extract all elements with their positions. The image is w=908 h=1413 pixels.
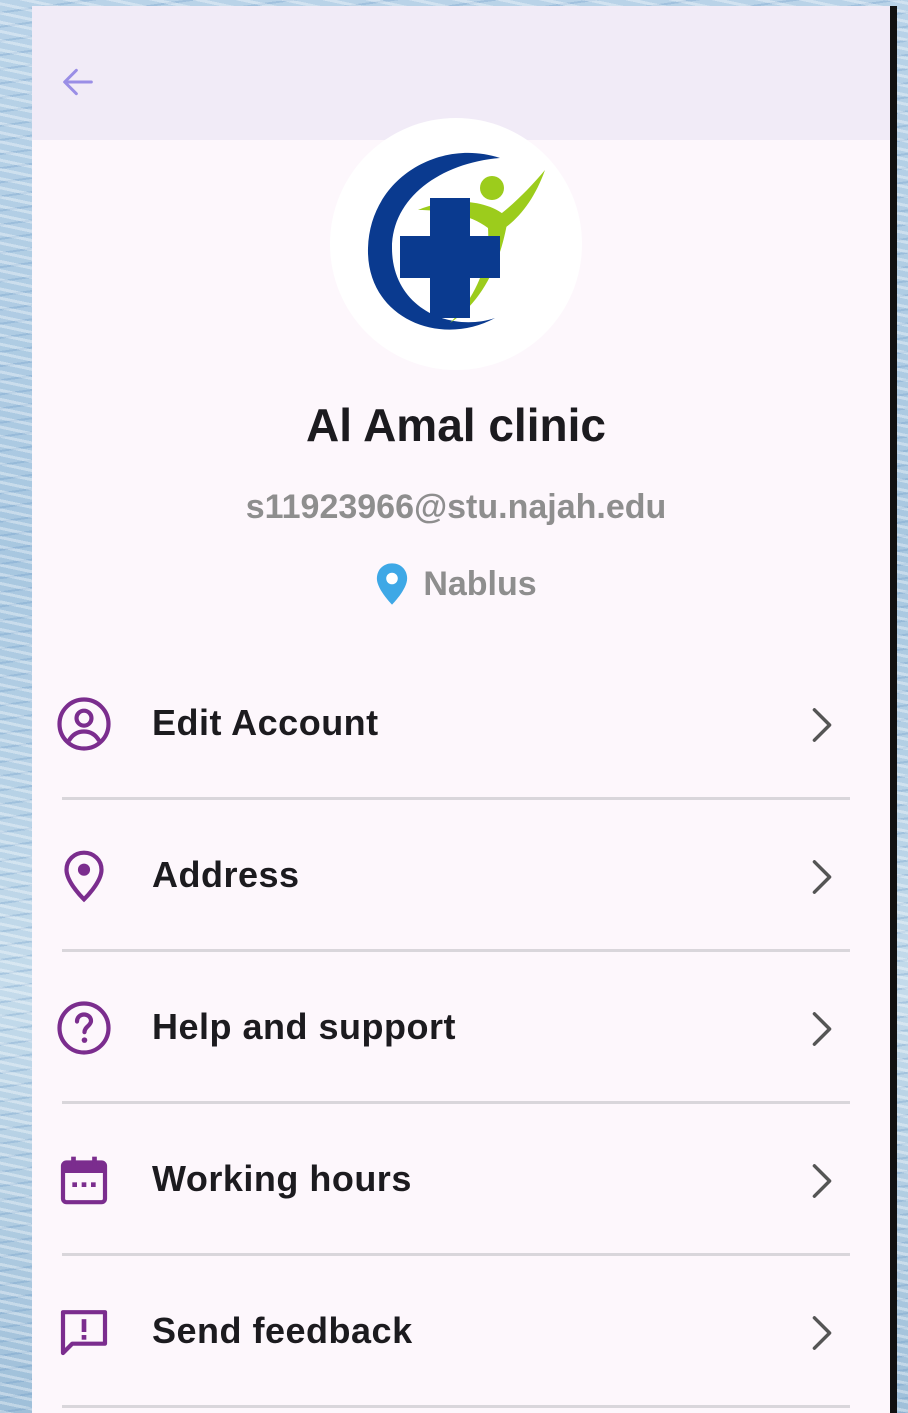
divider bbox=[62, 1405, 850, 1408]
settings-menu: Edit Account Address Help and support Wo… bbox=[32, 646, 890, 1408]
clinic-logo-avatar bbox=[330, 118, 582, 370]
clinic-logo bbox=[367, 152, 545, 330]
location-text: Nablus bbox=[423, 564, 537, 603]
chevron-right-icon bbox=[812, 1164, 832, 1198]
clinic-name: Al Amal clinic bbox=[306, 399, 606, 451]
user-circle-icon bbox=[57, 697, 111, 751]
map-pin-icon bbox=[377, 563, 408, 605]
help-circle-icon bbox=[57, 1001, 111, 1055]
menu-item-label: Help and support bbox=[152, 1006, 456, 1047]
feedback-icon bbox=[60, 1310, 108, 1356]
menu-item-label: Send feedback bbox=[152, 1310, 413, 1351]
menu-item-label: Address bbox=[152, 854, 300, 895]
back-button[interactable] bbox=[52, 56, 104, 108]
menu-item-help-and-support[interactable]: Help and support bbox=[32, 950, 890, 1104]
menu-item-address[interactable]: Address bbox=[32, 798, 890, 952]
chevron-right-icon bbox=[812, 1012, 832, 1046]
menu-item-label: Edit Account bbox=[152, 702, 379, 743]
menu-item-label: Working hours bbox=[152, 1158, 412, 1199]
chevron-right-icon bbox=[812, 1316, 832, 1350]
profile-screen: Al Amal clinic s11923966@stu.najah.edu N… bbox=[32, 6, 890, 1413]
clinic-email: s11923966@stu.najah.edu bbox=[245, 488, 667, 526]
device-edge bbox=[890, 6, 897, 1413]
location-pin-icon bbox=[64, 850, 104, 903]
calendar-icon bbox=[60, 1156, 108, 1205]
chevron-right-icon bbox=[812, 708, 832, 742]
menu-item-edit-account[interactable]: Edit Account bbox=[32, 646, 890, 800]
menu-item-send-feedback[interactable]: Send feedback bbox=[32, 1254, 890, 1408]
location-row: Nablus bbox=[32, 558, 880, 610]
menu-item-working-hours[interactable]: Working hours bbox=[32, 1102, 890, 1256]
arrow-left-icon bbox=[63, 68, 93, 96]
chevron-right-icon bbox=[812, 860, 832, 894]
